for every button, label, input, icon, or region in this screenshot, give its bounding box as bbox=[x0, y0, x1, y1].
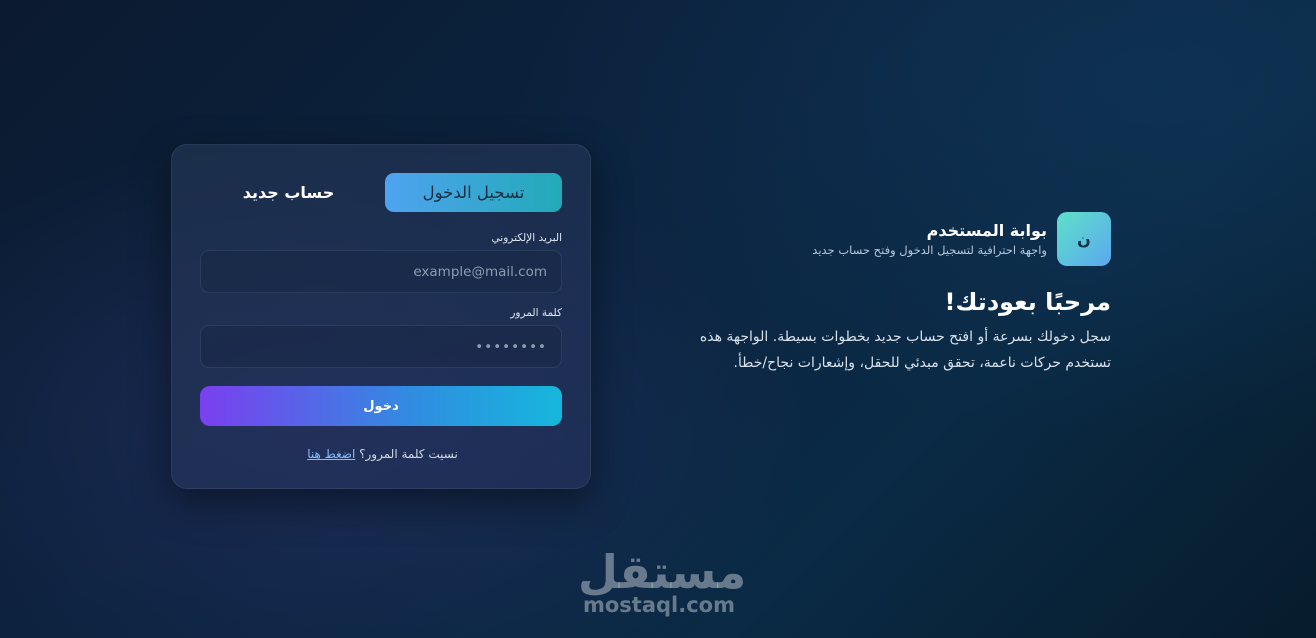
watermark-arabic: مستقل bbox=[578, 545, 747, 599]
brand-header: ن بوابة المستخدم واجهة احترافية لتسجيل ا… bbox=[671, 212, 1111, 266]
tab-login[interactable]: تسجيل الدخول bbox=[385, 173, 562, 212]
password-label: كلمة المرور bbox=[510, 307, 562, 319]
brand-text: بوابة المستخدم واجهة احترافية لتسجيل الد… bbox=[812, 221, 1047, 257]
brand-logo-icon: ن bbox=[1057, 212, 1111, 266]
email-label: البريد الإلكتروني bbox=[491, 232, 562, 244]
mostaql-watermark: مستقل mostaql.com bbox=[578, 545, 747, 617]
tab-register[interactable]: حساب جديد bbox=[200, 173, 377, 212]
brand-subtitle: واجهة احترافية لتسجيل الدخول وفتح حساب ج… bbox=[812, 243, 1047, 257]
forgot-password-link[interactable]: اضغط هنا bbox=[307, 447, 355, 461]
password-field[interactable]: •••••••• bbox=[200, 325, 562, 368]
auth-tabs: تسجيل الدخول حساب جديد bbox=[200, 173, 562, 212]
forgot-password-row: نسيت كلمة المرور؟ اضغط هنا bbox=[172, 447, 590, 461]
watermark-latin: mostaql.com bbox=[583, 593, 735, 617]
intro-description: سجل دخولك بسرعة أو افتح حساب جديد بخطوات… bbox=[699, 329, 1111, 371]
email-field[interactable]: example@mail.com bbox=[200, 250, 562, 293]
intro-panel: ن بوابة المستخدم واجهة احترافية لتسجيل ا… bbox=[671, 212, 1111, 376]
welcome-heading: مرحبًا بعودتك! bbox=[944, 288, 1111, 316]
auth-card: تسجيل الدخول حساب جديد البريد الإلكتروني… bbox=[171, 144, 591, 489]
login-submit-button[interactable]: دخول bbox=[200, 386, 562, 426]
brand-title: بوابة المستخدم bbox=[926, 221, 1047, 240]
forgot-password-text: نسيت كلمة المرور؟ bbox=[359, 447, 458, 461]
